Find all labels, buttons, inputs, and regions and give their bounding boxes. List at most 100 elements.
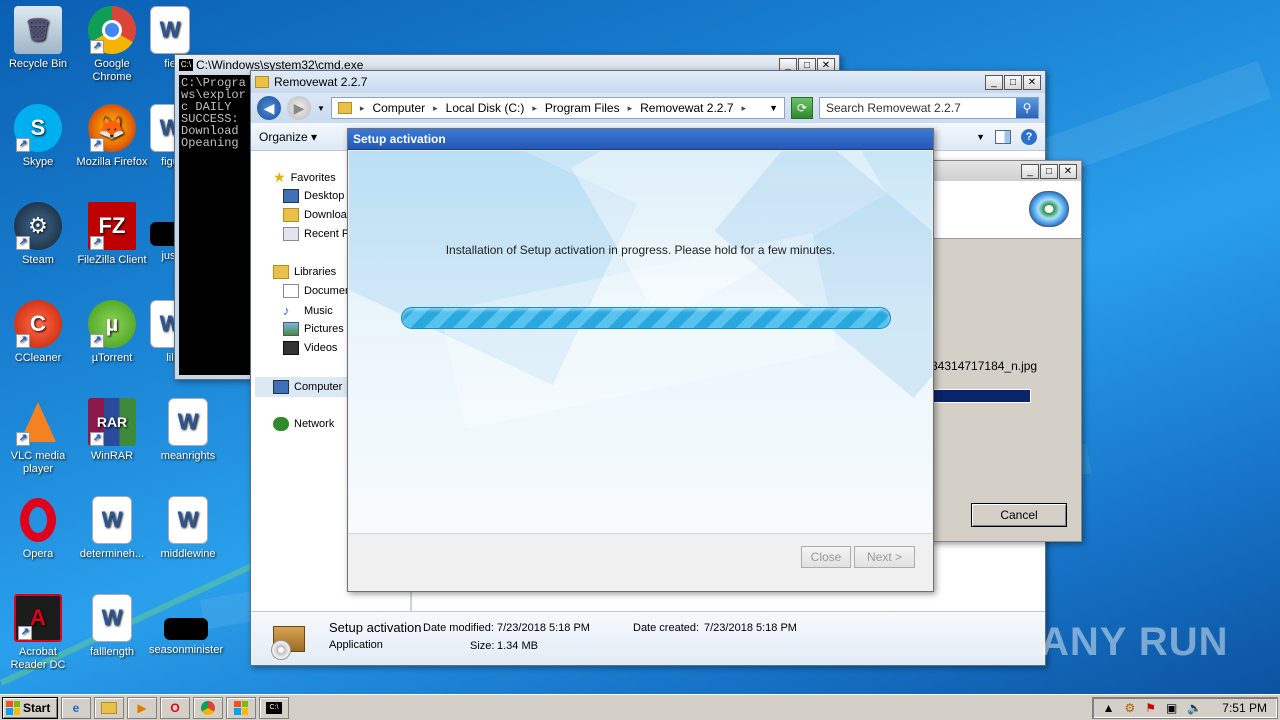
forward-arrow-icon[interactable]: ▶ (287, 96, 311, 120)
action-center-flag-icon[interactable]: ⚑ (1145, 701, 1156, 715)
volume-icon[interactable]: 🔈 (1187, 701, 1202, 715)
taskbar-opera-icon[interactable]: O (160, 696, 190, 719)
cmd-icon: C:\ (179, 59, 193, 71)
installation-message: Installation of Setup activation in prog… (445, 243, 836, 257)
breadcrumb-computer[interactable]: Computer (372, 101, 425, 115)
search-icon[interactable]: ⚲ (1016, 98, 1038, 118)
maximize-button[interactable]: □ (1004, 74, 1022, 90)
view-options-icon[interactable]: ▼ (976, 132, 985, 142)
word-document-icon: W (92, 594, 132, 642)
nav-pictures[interactable]: Pictures (283, 322, 344, 336)
breadcrumb-separator: ▸ (532, 102, 537, 113)
desktop-icon-chrome[interactable]: ↗ Google Chrome (74, 6, 150, 84)
nav-documents[interactable]: Documen (283, 284, 351, 298)
desktop-icon-utorrent[interactable]: µ ↗ µTorrent (74, 300, 150, 365)
taskbar-media-player-icon[interactable]: ▶ (127, 696, 157, 719)
nav-computer[interactable]: Computer (255, 377, 347, 397)
desktop-icon-determineh[interactable]: W determineh... (74, 496, 150, 561)
dialog-footer: Close Next > (348, 533, 933, 591)
details-size-value: 1.34 MB (497, 640, 538, 652)
desktop-icon-recycle-bin[interactable]: 🗑 Recycle Bin (0, 6, 76, 71)
recent-places-icon (283, 227, 299, 241)
explorer-titlebar[interactable]: Removewat 2.2.7 _ □ ✕ (251, 71, 1045, 93)
nav-music[interactable]: ♪ Music (283, 303, 333, 318)
desktop-icon (283, 189, 299, 203)
nav-desktop[interactable]: Desktop (283, 189, 344, 203)
minimize-button[interactable]: _ (985, 74, 1003, 90)
refresh-icon[interactable]: ⟳ (791, 97, 813, 119)
desktop-icon-opera[interactable]: Opera (0, 496, 76, 561)
close-button[interactable]: ✕ (1059, 163, 1077, 179)
acrobat-icon: A ↗ (14, 594, 62, 642)
taskbar-ie-icon[interactable]: e (61, 696, 91, 719)
desktop-icon-label: middlewine (160, 548, 216, 560)
dialog-titlebar[interactable]: Setup activation (348, 129, 933, 150)
search-input[interactable]: Search Removewat 2.2.7 ⚲ (819, 97, 1039, 119)
desktop-icon-acrobat[interactable]: A ↗ Acrobat Reader DC (0, 594, 76, 672)
taskbar-chrome-icon[interactable] (193, 696, 223, 719)
desktop-icon-firefox[interactable]: 🦊 ↗ Mozilla Firefox (74, 104, 150, 169)
anyrun-watermark: ANY RUN (1040, 619, 1229, 664)
setup-window-background[interactable]: _ □ ✕ 34314717184_n.jpg Cancel (930, 160, 1082, 542)
word-document-icon: W (150, 6, 190, 54)
clock[interactable]: 7:51 PM (1222, 701, 1267, 715)
tray-app-icon[interactable]: ⚙ (1124, 701, 1135, 715)
breadcrumb-program-files[interactable]: Program Files (545, 101, 620, 115)
desktop-icon-vlc[interactable]: ↗ VLC media player (0, 398, 76, 476)
nav-favorites[interactable]: ★ Favorites (273, 169, 336, 186)
taskbar-explorer-icon[interactable] (94, 696, 124, 719)
details-modified-value: 7/23/2018 5:18 PM (497, 622, 590, 634)
taskbar-windows-icon[interactable] (226, 696, 256, 719)
minimize-button[interactable]: _ (1021, 163, 1039, 179)
music-icon: ♪ (283, 303, 290, 318)
maximize-button[interactable]: □ (1040, 163, 1058, 179)
downloading-file-name: 34314717184_n.jpg (931, 359, 1038, 373)
desktop-icon-winrar[interactable]: RAR ↗ WinRAR (74, 398, 150, 463)
close-button[interactable]: Close (801, 546, 851, 568)
breadcrumb-removewat[interactable]: Removewat 2.2.7 (640, 101, 733, 115)
breadcrumb-separator: ▸ (359, 102, 365, 113)
word-document-icon: W (92, 496, 132, 544)
steam-icon: ⚙ ↗ (14, 202, 62, 250)
desktop-icon-middlewine[interactable]: W middlewine (150, 496, 226, 561)
setup-window-header (931, 181, 1081, 239)
nav-libraries[interactable]: Libraries (273, 265, 336, 279)
setup-activation-dialog[interactable]: Setup activation Installation of Setup a… (347, 128, 934, 592)
network-tray-icon[interactable]: ▣ (1166, 701, 1177, 715)
help-icon[interactable]: ? (1021, 128, 1037, 145)
start-button[interactable]: Start (2, 696, 58, 719)
organize-button[interactable]: Organize ▾ (259, 130, 317, 144)
next-button[interactable]: Next > (854, 546, 915, 568)
desktop-icon-falllength[interactable]: W falllength (74, 594, 150, 659)
desktop-icon-skype[interactable]: S ↗ Skype (0, 104, 76, 169)
preview-pane-icon[interactable] (995, 129, 1011, 144)
tray-expand-icon[interactable]: ▲ (1103, 701, 1115, 715)
breadcrumb-local-disk[interactable]: Local Disk (C:) (446, 101, 525, 115)
cancel-button[interactable]: Cancel (971, 503, 1067, 527)
folder-icon (337, 102, 352, 114)
nav-recent-places[interactable]: Recent P (283, 227, 349, 241)
installation-progress-bar (401, 307, 891, 329)
nav-videos[interactable]: Videos (283, 341, 337, 355)
taskbar-cmd-icon[interactable]: C:\ (259, 696, 289, 719)
computer-icon (273, 380, 289, 394)
close-button[interactable]: ✕ (1023, 74, 1041, 90)
nav-downloads[interactable]: Downloa (283, 208, 347, 222)
desktop-icon-seasonminister[interactable]: seasonminister (148, 594, 224, 657)
details-file-name: Setup activation (329, 620, 422, 635)
winrar-icon: RAR ↗ (88, 398, 136, 446)
desktop-icon-meanrights[interactable]: W meanrights (150, 398, 226, 463)
setup-window-titlebar[interactable]: _ □ ✕ (931, 161, 1081, 181)
back-arrow-icon[interactable]: ◀ (257, 96, 281, 120)
cd-disc-icon (1029, 191, 1069, 227)
address-input[interactable]: ▸ Computer ▸ Local Disk (C:) ▸ Program F… (330, 97, 785, 119)
desktop-icon-label: µTorrent (91, 352, 133, 364)
desktop-icon-filezilla[interactable]: FZ ↗ FileZilla Client (74, 202, 150, 267)
desktop-icon-label: VLC media player (10, 450, 66, 475)
folder-icon (255, 76, 269, 88)
chevron-down-icon[interactable]: ▼ (317, 104, 325, 113)
desktop-icon-steam[interactable]: ⚙ ↗ Steam (0, 202, 76, 267)
desktop-icon-ccleaner[interactable]: C ↗ CCleaner (0, 300, 76, 365)
address-dropdown-icon[interactable]: ▼ (769, 103, 778, 113)
nav-network[interactable]: Network (273, 417, 334, 431)
